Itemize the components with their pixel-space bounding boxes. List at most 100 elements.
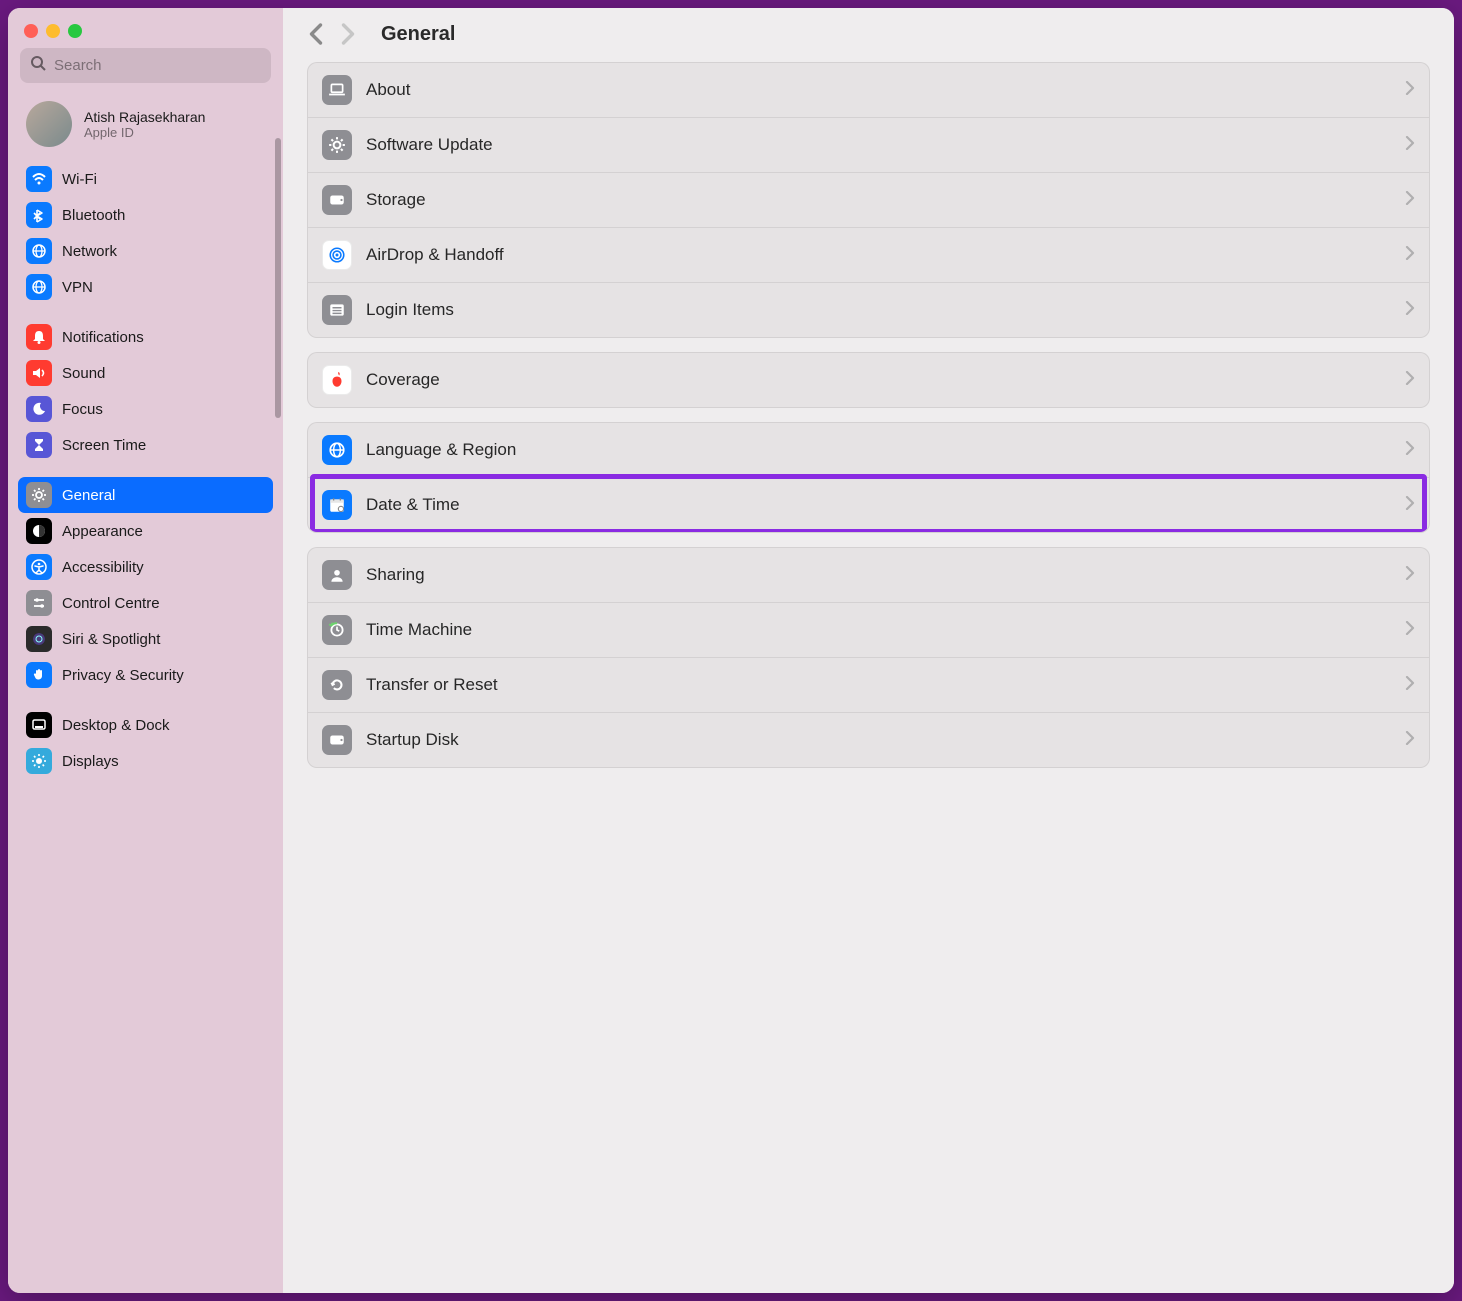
close-button[interactable] xyxy=(24,24,38,38)
accessibility-icon xyxy=(26,554,52,580)
chevron-right-icon xyxy=(1405,301,1415,320)
sidebar-item-wifi[interactable]: Wi-Fi xyxy=(18,161,273,197)
search-input[interactable] xyxy=(54,57,261,74)
user-subtitle: Apple ID xyxy=(84,125,205,140)
sidebar-item-vpn[interactable]: VPN xyxy=(18,269,273,305)
sidebar-item-label: Desktop & Dock xyxy=(62,717,170,734)
sidebar-item-label: Network xyxy=(62,243,117,260)
search-field[interactable] xyxy=(20,48,271,83)
row-coverage[interactable]: Coverage xyxy=(308,353,1429,407)
sidebar-item-label: Displays xyxy=(62,753,119,770)
hourglass-icon xyxy=(26,432,52,458)
sidebar-item-network[interactable]: Network xyxy=(18,233,273,269)
chevron-right-icon xyxy=(1405,621,1415,640)
bluetooth-icon xyxy=(26,202,52,228)
row-sharing[interactable]: Sharing xyxy=(308,548,1429,602)
sidebar-item-bluetooth[interactable]: Bluetooth xyxy=(18,197,273,233)
sidebar-item-displays[interactable]: Displays xyxy=(18,743,273,779)
settings-group: Language & RegionDate & Time xyxy=(307,422,1430,533)
minimize-button[interactable] xyxy=(46,24,60,38)
globe-icon xyxy=(26,238,52,264)
main-panel: General About Software Update Storage AirDr… xyxy=(283,8,1454,1293)
row-datetime[interactable]: Date & Time xyxy=(308,477,1429,532)
sidebar-item-label: Focus xyxy=(62,401,103,418)
sidebar-item-sound[interactable]: Sound xyxy=(18,355,273,391)
sidebar-item-notifications[interactable]: Notifications xyxy=(18,319,273,355)
sliders-icon xyxy=(26,590,52,616)
back-button[interactable] xyxy=(307,22,325,46)
sidebar-item-label: Notifications xyxy=(62,329,144,346)
row-timemachine[interactable]: Time Machine xyxy=(308,602,1429,657)
sidebar-item-screentime[interactable]: Screen Time xyxy=(18,427,273,463)
moon-icon xyxy=(26,396,52,422)
forward-button[interactable] xyxy=(339,22,357,46)
sidebar-item-label: General xyxy=(62,487,115,504)
sidebar-item-label: Control Centre xyxy=(62,595,160,612)
settings-window: Atish Rajasekharan Apple ID Wi-Fi Bluetoo… xyxy=(8,8,1454,1293)
appearance-icon xyxy=(26,518,52,544)
calendar-icon xyxy=(322,490,352,520)
siri-icon xyxy=(26,626,52,652)
row-label: Storage xyxy=(366,190,1391,210)
apple-id-row[interactable]: Atish Rajasekharan Apple ID xyxy=(8,93,283,155)
fullscreen-button[interactable] xyxy=(68,24,82,38)
settings-group: About Software Update Storage AirDrop & Han… xyxy=(307,62,1430,338)
row-label: AirDrop & Handoff xyxy=(366,245,1391,265)
chevron-right-icon xyxy=(1405,731,1415,750)
globe-icon xyxy=(322,435,352,465)
disk-icon xyxy=(322,725,352,755)
sidebar-item-desktopdock[interactable]: Desktop & Dock xyxy=(18,707,273,743)
settings-group: Sharing Time Machine Transfer or Reset Star… xyxy=(307,547,1430,768)
sidebar-item-label: Screen Time xyxy=(62,437,146,454)
sidebar-item-general[interactable]: General xyxy=(18,477,273,513)
row-label: Software Update xyxy=(366,135,1391,155)
search-icon xyxy=(30,55,46,76)
chevron-right-icon xyxy=(1405,496,1415,515)
row-storage[interactable]: Storage xyxy=(308,172,1429,227)
list-icon xyxy=(322,295,352,325)
speaker-icon xyxy=(26,360,52,386)
gear-icon xyxy=(322,130,352,160)
chevron-right-icon xyxy=(1405,136,1415,155)
toolbar: General xyxy=(283,8,1454,54)
chevron-right-icon xyxy=(1405,441,1415,460)
row-label: Sharing xyxy=(366,565,1391,585)
row-startupdisk[interactable]: Startup Disk xyxy=(308,712,1429,767)
sidebar-scrollbar[interactable] xyxy=(275,138,281,418)
row-loginitems[interactable]: Login Items xyxy=(308,282,1429,337)
chevron-right-icon xyxy=(1405,371,1415,390)
chevron-right-icon xyxy=(1405,191,1415,210)
sidebar-item-label: Sound xyxy=(62,365,105,382)
wifi-icon xyxy=(26,166,52,192)
sidebar-item-appearance[interactable]: Appearance xyxy=(18,513,273,549)
sidebar-item-label: Bluetooth xyxy=(62,207,125,224)
row-label: Coverage xyxy=(366,370,1391,390)
row-label: Startup Disk xyxy=(366,730,1391,750)
row-transfer[interactable]: Transfer or Reset xyxy=(308,657,1429,712)
avatar xyxy=(26,101,72,147)
clockccw-icon xyxy=(322,615,352,645)
row-label: Time Machine xyxy=(366,620,1391,640)
sun-icon xyxy=(26,748,52,774)
row-airdrop[interactable]: AirDrop & Handoff xyxy=(308,227,1429,282)
sidebar-item-siri[interactable]: Siri & Spotlight xyxy=(18,621,273,657)
gear-icon xyxy=(26,482,52,508)
row-label: Transfer or Reset xyxy=(366,675,1391,695)
sidebar: Atish Rajasekharan Apple ID Wi-Fi Bluetoo… xyxy=(8,8,283,1293)
row-language[interactable]: Language & Region xyxy=(308,423,1429,477)
hand-icon xyxy=(26,662,52,688)
row-about[interactable]: About xyxy=(308,63,1429,117)
row-label: Login Items xyxy=(366,300,1391,320)
airdrop-icon xyxy=(322,240,352,270)
sidebar-item-accessibility[interactable]: Accessibility xyxy=(18,549,273,585)
settings-group: Coverage xyxy=(307,352,1430,408)
sidebar-item-label: Wi-Fi xyxy=(62,171,97,188)
globe-icon xyxy=(26,274,52,300)
sidebar-item-focus[interactable]: Focus xyxy=(18,391,273,427)
apple-icon xyxy=(322,365,352,395)
row-softwareupdate[interactable]: Software Update xyxy=(308,117,1429,172)
chevron-right-icon xyxy=(1405,566,1415,585)
sidebar-item-privacy[interactable]: Privacy & Security xyxy=(18,657,273,693)
sidebar-item-controlcentre[interactable]: Control Centre xyxy=(18,585,273,621)
ccw-icon xyxy=(322,670,352,700)
